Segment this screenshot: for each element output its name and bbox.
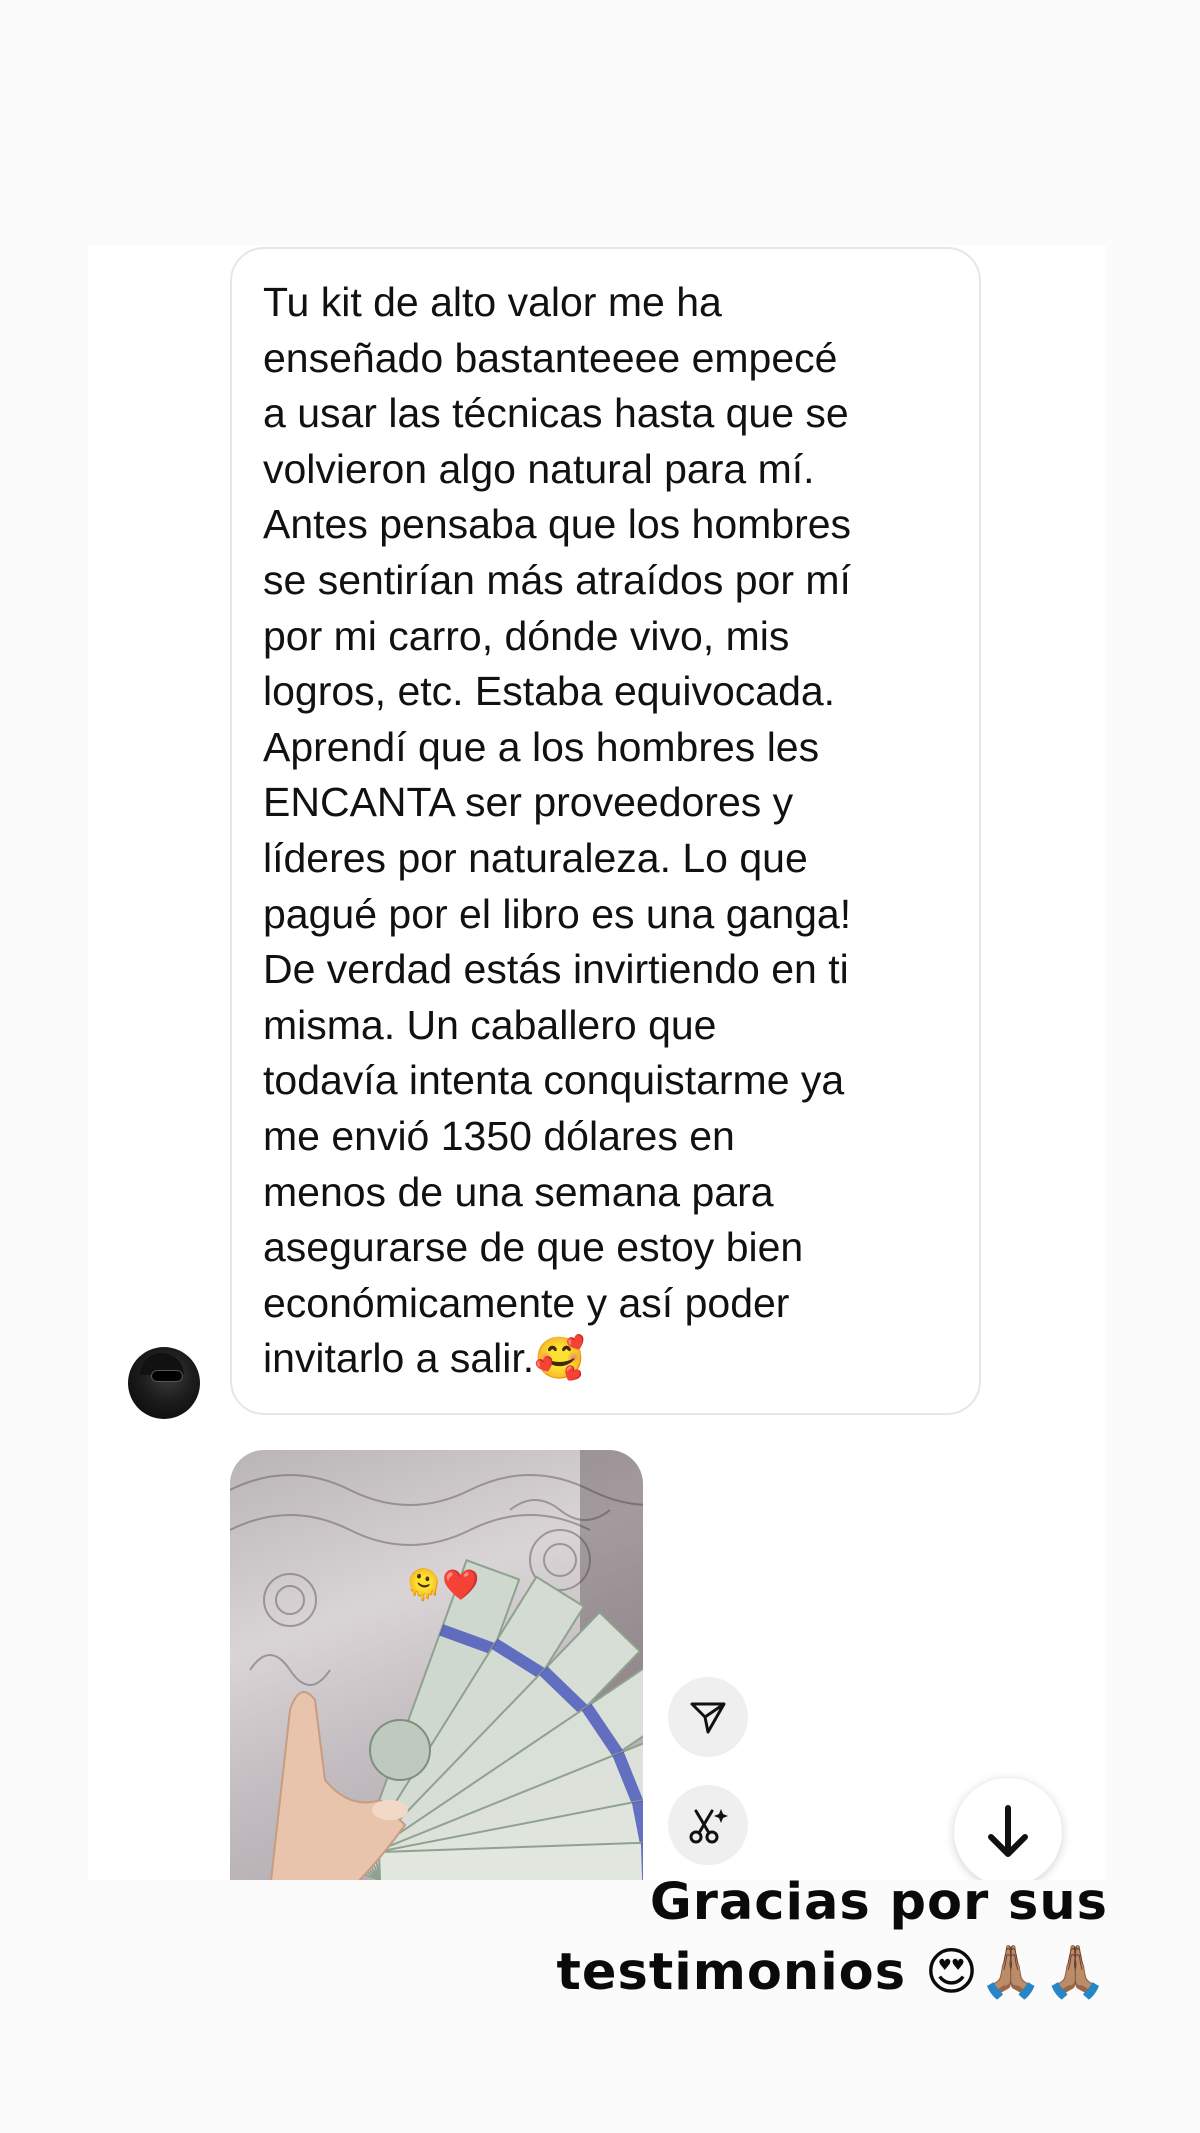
avatar-sunglasses	[152, 1371, 182, 1381]
arrow-down-icon	[988, 1805, 1028, 1857]
caption-line-1: Gracias por sus	[649, 1873, 1108, 1932]
caption-line-2: testimonios 😍🙏🏽🙏🏽	[556, 1943, 1108, 2002]
ai-remix-button[interactable]	[668, 1785, 748, 1865]
paper-plane-icon	[690, 1702, 726, 1734]
message-bubble[interactable]: Tu kit de alto valor me ha enseñado bast…	[230, 247, 981, 1415]
story-caption: Gracias por sus testimonios 😍🙏🏽🙏🏽	[557, 1868, 1108, 2008]
chat-screen: Tu kit de alto valor me ha enseñado bast…	[88, 245, 1106, 1880]
scissors-sparkle-icon	[689, 1809, 728, 1844]
photo-overlay-emoji: 🫠❤️	[405, 1568, 480, 1603]
scroll-to-bottom-button[interactable]	[954, 1778, 1062, 1880]
share-button[interactable]	[668, 1677, 748, 1757]
shared-photo[interactable]: 🫠❤️	[230, 1450, 643, 1880]
sender-avatar[interactable]	[128, 1347, 200, 1419]
money-fan-illustration	[230, 1450, 643, 1880]
